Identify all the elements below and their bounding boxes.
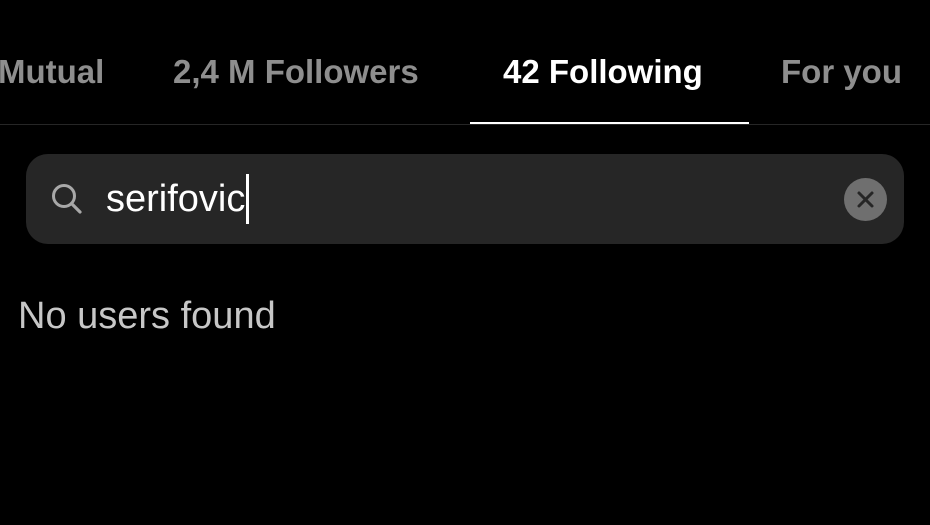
tab-divider (0, 124, 930, 125)
clear-search-button[interactable] (844, 178, 887, 221)
tab-following[interactable]: 42 Following (503, 52, 703, 92)
tab-for-you[interactable]: For you (781, 52, 902, 92)
search-query-text: serifovic (106, 178, 246, 220)
text-cursor (246, 174, 250, 224)
close-icon (857, 191, 874, 208)
no-results-message: No users found (18, 295, 276, 337)
tab-bar: Mutual 2,4 M Followers 42 Following For … (0, 0, 930, 126)
tab-followers[interactable]: 2,4 M Followers (173, 52, 419, 92)
search-bar[interactable]: serifovic (26, 154, 904, 244)
tab-mutual[interactable]: Mutual (0, 52, 104, 92)
search-icon (52, 184, 82, 214)
search-input[interactable]: serifovic (106, 172, 250, 226)
